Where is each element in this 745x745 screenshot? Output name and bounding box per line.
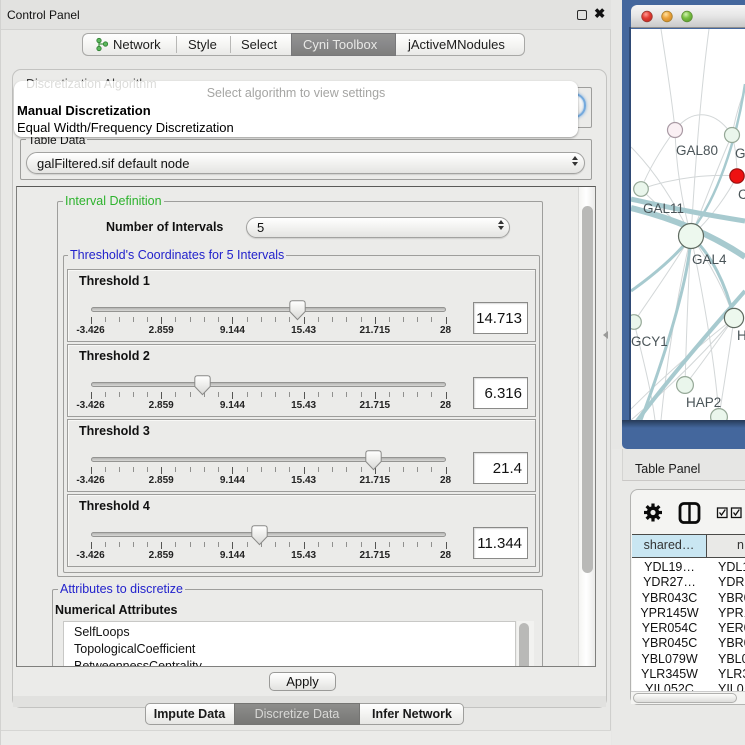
svg-text:H: H bbox=[737, 328, 745, 343]
svg-text:C: C bbox=[738, 187, 745, 202]
svg-text:GCY1: GCY1 bbox=[631, 334, 668, 349]
svg-text:HAP2: HAP2 bbox=[686, 395, 721, 410]
svg-text:G.: G. bbox=[735, 146, 745, 161]
svg-text:GAL4: GAL4 bbox=[692, 252, 727, 267]
svg-text:GAL11: GAL11 bbox=[643, 201, 684, 216]
svg-text:GAL80: GAL80 bbox=[676, 143, 718, 158]
